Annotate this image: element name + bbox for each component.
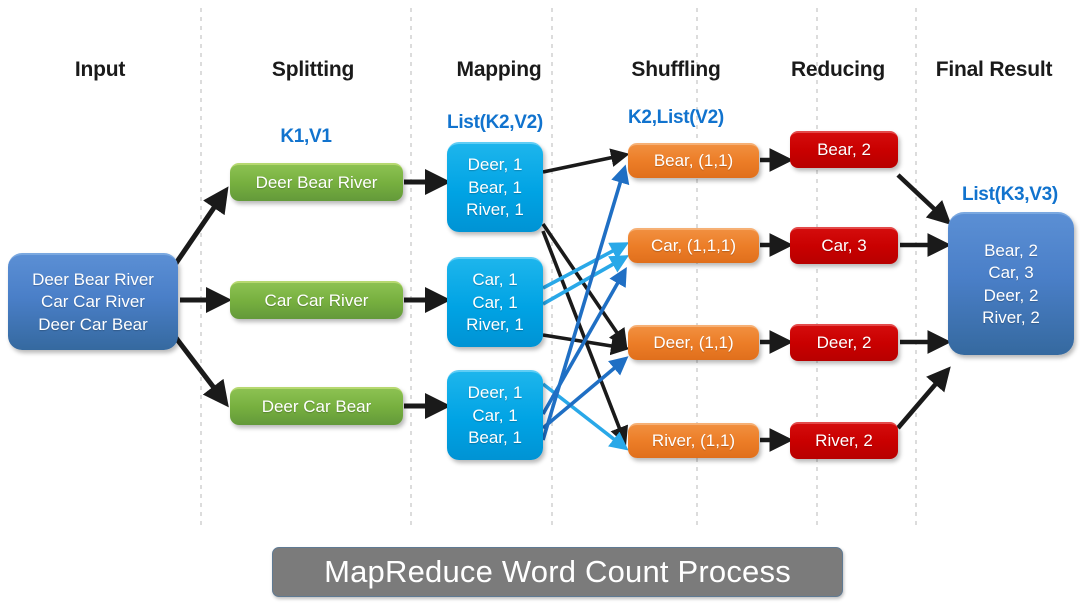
shuffle-node-deer-label: Deer, (1,1): [653, 333, 734, 353]
final-line-2: Car, 3: [988, 263, 1034, 283]
mapreduce-diagram: Input Splitting Mapping Shuffling Reduci…: [0, 0, 1080, 614]
map-node-2-line-3: River, 1: [466, 315, 524, 335]
split-node-2-label: Car Car River: [264, 290, 369, 310]
stage-header-input: Input: [74, 58, 126, 81]
kv-label-k1v1: K1,V1: [280, 126, 332, 147]
final-line-4: River, 2: [982, 307, 1040, 327]
input-line-3: Deer Car Bear: [38, 314, 148, 334]
stage-header-reducing: Reducing: [790, 58, 886, 81]
reduce-node-car-label: Car, 3: [821, 236, 867, 256]
shuffle-node-bear: Bear, (1,1): [628, 143, 759, 178]
kv-label-k2-list-v2: K2,List(V2): [628, 107, 724, 128]
stage-header-splitting: Splitting: [271, 58, 355, 81]
map-node-3-line-3: Bear, 1: [468, 428, 522, 448]
shuffle-node-river-label: River, (1,1): [651, 431, 736, 451]
reduce-node-bear-label: Bear, 2: [817, 140, 871, 160]
split-node-1: Deer Bear River: [230, 163, 403, 201]
map-node-1-line-1: Deer, 1: [467, 155, 523, 175]
stage-header-shuffling: Shuffling: [631, 58, 721, 81]
reduce-node-car: Car, 3: [790, 227, 898, 264]
map-node-1-line-2: Bear, 1: [468, 177, 522, 197]
arrow-input-split-3: [168, 328, 229, 408]
arrow-map1-bear: [542, 148, 630, 174]
map-node-3-line-2: Car, 1: [472, 405, 518, 425]
arrows-input-to-split: [167, 186, 233, 408]
map-node-1-line-3: River, 1: [466, 200, 524, 220]
arrows-map-to-shuffle-darkblue: [541, 164, 630, 441]
split-node-1-label: Deer Bear River: [255, 172, 378, 192]
shuffle-node-car: Car, (1,1,1): [628, 228, 759, 263]
split-node-3-label: Deer Car Bear: [261, 396, 372, 416]
arrow-reduce-final-4: [896, 366, 951, 430]
input-line-2: Car Car River: [41, 292, 145, 312]
map-node-3-line-1: Deer, 1: [467, 383, 523, 403]
arrows-shuffle-to-reduce: [760, 148, 794, 452]
input-line-1: Deer Bear River: [32, 269, 154, 289]
arrow-input-split-1: [167, 186, 229, 274]
split-node-3: Deer Car Bear: [230, 387, 403, 425]
reduce-node-river: River, 2: [790, 422, 898, 459]
kv-label-list-k3v3: List(K3,V3): [962, 184, 1058, 205]
kv-label-list-k2v2: List(K2,V2): [447, 112, 543, 133]
final-line-1: Bear, 2: [984, 240, 1038, 260]
map-node-2: Car, 1 Car, 1 River, 1: [447, 257, 543, 347]
shuffle-node-deer: Deer, (1,1): [628, 325, 759, 360]
map-node-1: Deer, 1 Bear, 1 River, 1: [447, 142, 543, 232]
diagram-caption: MapReduce Word Count Process: [272, 547, 843, 597]
map-node-3: Deer, 1 Car, 1 Bear, 1: [447, 370, 543, 460]
arrows-split-to-map: [404, 169, 452, 420]
reduce-node-bear: Bear, 2: [790, 131, 898, 168]
reduce-node-deer-label: Deer, 2: [816, 333, 872, 353]
stage-header-final-result: Final Result: [935, 58, 1053, 81]
shuffle-node-river: River, (1,1): [628, 423, 759, 458]
arrows-reduce-to-final: [896, 173, 952, 430]
input-node: Deer Bear River Car Car River Deer Car B…: [8, 253, 178, 350]
reduce-node-deer: Deer, 2: [790, 324, 898, 361]
arrow-map3-bear: [541, 164, 630, 441]
final-result-node: Bear, 2 Car, 3 Deer, 2 River, 2: [948, 212, 1074, 355]
shuffle-node-car-label: Car, (1,1,1): [650, 236, 737, 256]
split-node-2: Car Car River: [230, 281, 403, 319]
map-node-2-line-2: Car, 1: [472, 292, 518, 312]
shuffle-node-bear-label: Bear, (1,1): [653, 151, 734, 171]
final-line-3: Deer, 2: [983, 285, 1039, 305]
reduce-node-river-label: River, 2: [815, 431, 873, 451]
stage-header-mapping: Mapping: [456, 58, 542, 81]
map-node-2-line-1: Car, 1: [472, 270, 518, 290]
